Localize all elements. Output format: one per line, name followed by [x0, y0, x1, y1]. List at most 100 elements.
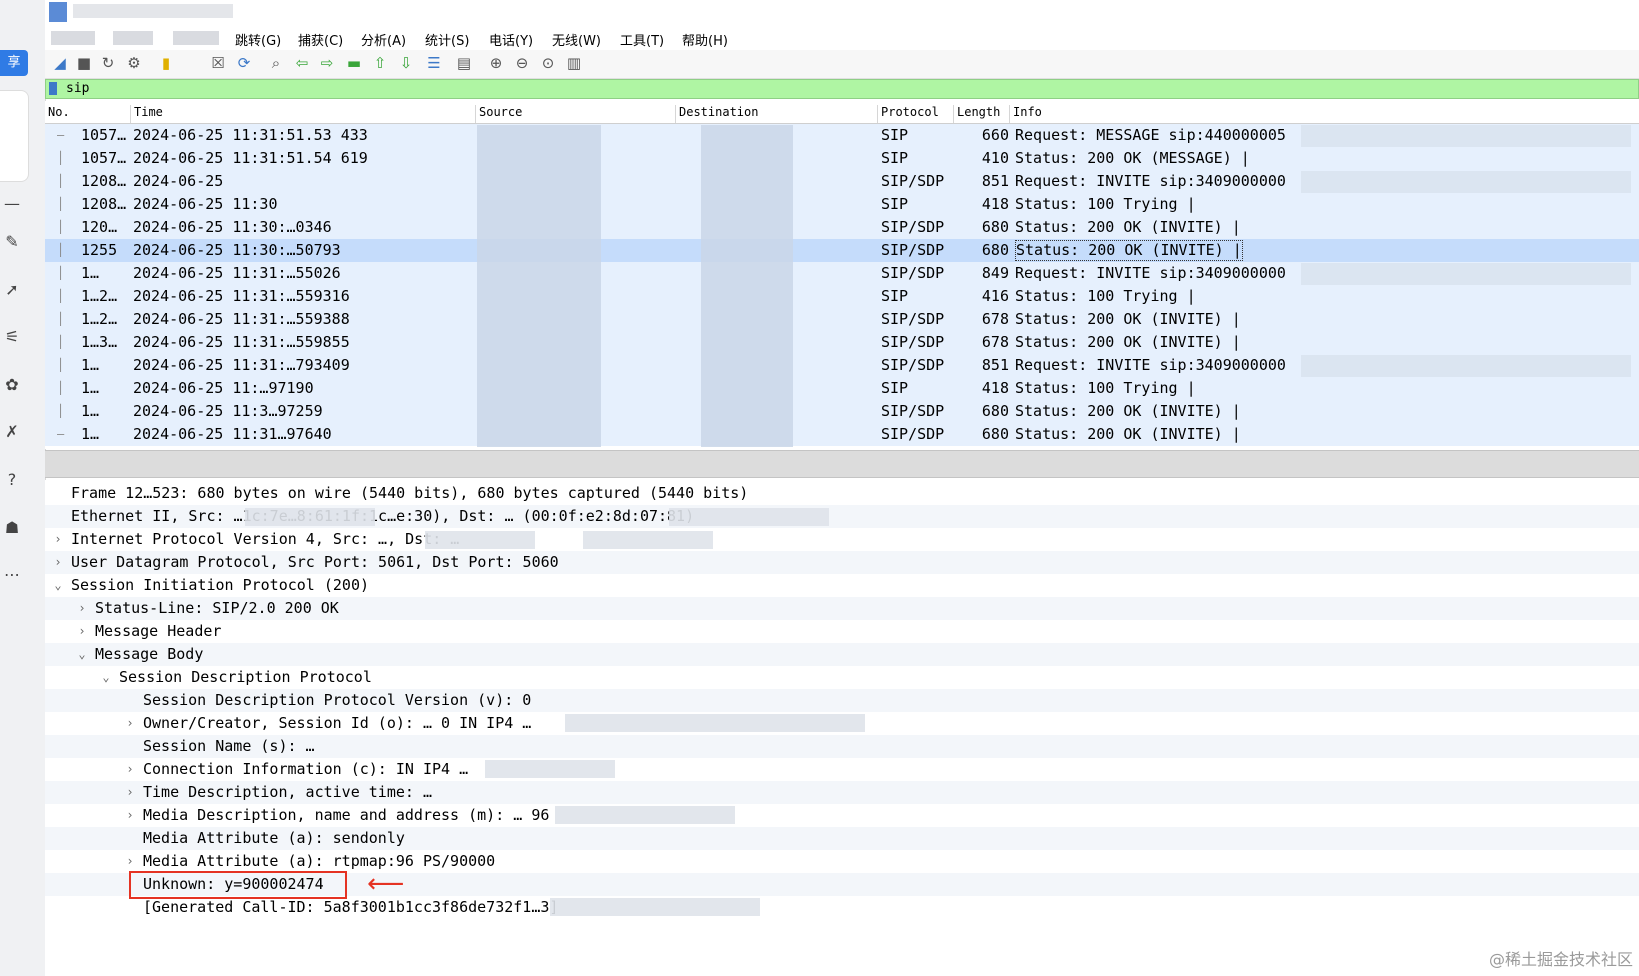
- detail-line[interactable]: Media Attribute (a): sendonly: [45, 827, 1639, 850]
- detail-line[interactable]: ⌄ Session Initiation Protocol (200): [45, 574, 1639, 597]
- autoscroll-icon[interactable]: ☰: [425, 54, 443, 72]
- stop-icon[interactable]: ■: [75, 54, 93, 72]
- detail-line[interactable]: › Media Attribute (a): rtpmap:96 PS/90000: [45, 850, 1639, 873]
- expand-arrow-icon[interactable]: ›: [123, 712, 137, 735]
- detail-line[interactable]: ⌄ Session Description Protocol: [45, 666, 1639, 689]
- table-row[interactable]: │ 1…2… 2024-06-25 11:31:…559316 SIP 416 Statu…: [45, 285, 1639, 308]
- expand-arrow-icon[interactable]: ›: [75, 597, 89, 620]
- zoom-out-icon[interactable]: ⊖: [513, 54, 531, 72]
- detail-text: Message Header: [95, 622, 222, 640]
- expand-arrow-icon[interactable]: ›: [123, 850, 137, 873]
- search-icon[interactable]: ⌕: [267, 54, 285, 72]
- detail-line[interactable]: ⌄ Message Body: [45, 643, 1639, 666]
- detail-line[interactable]: Session Description Protocol Version (v)…: [45, 689, 1639, 712]
- sliders-icon[interactable]: ⚟: [0, 325, 24, 349]
- cell-protocol: SIP/SDP: [881, 218, 945, 236]
- column-header-destination[interactable]: Destination: [676, 105, 878, 123]
- detail-text: Media Attribute (a): sendonly: [143, 829, 405, 847]
- zoom-in-icon[interactable]: ⊕: [487, 54, 505, 72]
- menu-item-go[interactable]: 跳转(G): [235, 30, 281, 49]
- table-row[interactable]: │ 120… 2024-06-25 11:30:…0346 SIP/SDP 680 Sta…: [45, 216, 1639, 239]
- menu-item-view-blurred[interactable]: [173, 31, 219, 45]
- shark-fin-start-icon[interactable]: ◢: [51, 54, 69, 72]
- reload-icon[interactable]: ⟳: [235, 54, 253, 72]
- restart-icon[interactable]: ↻: [99, 54, 117, 72]
- menu-item-statistics[interactable]: 统计(S): [425, 30, 469, 49]
- table-row[interactable]: │ 1… 2024-06-25 11:3…97259 SIP/SDP 680 Status…: [45, 400, 1639, 423]
- column-header-time[interactable]: Time: [131, 105, 476, 123]
- last-packet-icon[interactable]: ⇩: [397, 54, 415, 72]
- more-icon[interactable]: ⋯: [0, 563, 24, 587]
- detail-line[interactable]: › Status-Line: SIP/2.0 200 OK: [45, 597, 1639, 620]
- resize-columns-icon[interactable]: ▥: [565, 54, 583, 72]
- detail-line[interactable]: Session Name (s): …: [45, 735, 1639, 758]
- display-filter-bar[interactable]: sip: [45, 79, 1639, 99]
- collapse-arrow-icon[interactable]: ⌄: [51, 574, 65, 597]
- table-row[interactable]: │ 1208… 2024-06-25 11:30 SIP 418 Status: 100 …: [45, 193, 1639, 216]
- back-arrow-icon[interactable]: ⇦: [293, 54, 311, 72]
- table-row[interactable]: — 1… 2024-06-25 11:31…97640 SIP/SDP 680 Statu…: [45, 423, 1639, 446]
- collapse-arrow-icon[interactable]: ⌄: [75, 643, 89, 666]
- detail-line[interactable]: › Internet Protocol Version 4, Src: …, Ds…: [45, 528, 1639, 551]
- pane-splitter-scrollbar[interactable]: [45, 450, 1639, 478]
- detail-line[interactable]: Frame 12…523: 680 bytes on wire (5440 bi…: [45, 482, 1639, 505]
- minus-icon[interactable]: —: [0, 192, 24, 216]
- expand-arrow-icon[interactable]: ›: [123, 804, 137, 827]
- table-row[interactable]: │ 1255 2024-06-25 11:30:…50793 SIP/SDP 680 St…: [45, 239, 1639, 262]
- menu-item-analyze[interactable]: 分析(A): [361, 30, 406, 49]
- tools-icon[interactable]: ✗: [0, 420, 24, 444]
- expand-arrow-icon[interactable]: ›: [123, 781, 137, 804]
- pen-icon[interactable]: ✎: [0, 230, 24, 254]
- detail-line[interactable]: › User Datagram Protocol, Src Port: 5061,…: [45, 551, 1639, 574]
- menu-item-help[interactable]: 帮助(H): [682, 30, 728, 49]
- related-packet-marker: —: [57, 128, 65, 142]
- cursor-icon[interactable]: ➚: [0, 278, 24, 302]
- zoom-reset-icon[interactable]: ⊙: [539, 54, 557, 72]
- table-row[interactable]: │ 1…3… 2024-06-25 11:31:…559855 SIP/SDP 678 S…: [45, 331, 1639, 354]
- first-packet-icon[interactable]: ⇧: [371, 54, 389, 72]
- collapse-arrow-icon[interactable]: ⌄: [99, 666, 113, 689]
- expand-arrow-icon[interactable]: ›: [75, 620, 89, 643]
- column-header-length[interactable]: Length: [954, 105, 1010, 123]
- share-button[interactable]: 享: [0, 50, 28, 76]
- menu-item-capture[interactable]: 捕获(C): [298, 30, 343, 49]
- cell-length: 678: [981, 310, 1009, 328]
- table-row[interactable]: │ 1… 2024-06-25 11:…97190 SIP 418 Status: 100…: [45, 377, 1639, 400]
- forward-arrow-icon[interactable]: ⇨: [318, 54, 336, 72]
- menu-item-tools[interactable]: 工具(T): [620, 30, 664, 49]
- colorize-icon[interactable]: ▤: [455, 54, 473, 72]
- menu-item-telephony[interactable]: 电话(Y): [489, 30, 533, 49]
- display-filter-input[interactable]: sip: [66, 81, 89, 96]
- column-header-source[interactable]: Source: [476, 105, 676, 123]
- expand-arrow-icon[interactable]: ›: [123, 758, 137, 781]
- menu-item-file-blurred[interactable]: [51, 31, 95, 45]
- table-row[interactable]: │ 1…2… 2024-06-25 11:31:…559388 SIP/SDP 678 S…: [45, 308, 1639, 331]
- goto-packet-icon[interactable]: ▬: [345, 54, 363, 72]
- cell-time: 2024-06-25 11:30: [133, 195, 278, 213]
- options-gear-icon[interactable]: ⚙: [125, 54, 143, 72]
- detail-line[interactable]: › Media Description, name and address (m)…: [45, 804, 1639, 827]
- help-icon[interactable]: ?: [0, 468, 24, 492]
- cell-protocol: SIP: [881, 149, 909, 167]
- table-row[interactable]: │ 1057… 2024-06-25 11:31:51.54 619 SIP 410 St…: [45, 147, 1639, 170]
- cell-time: 2024-06-25 11:3…97259: [133, 402, 323, 420]
- related-packet-marker: │: [57, 312, 65, 326]
- open-file-icon[interactable]: ▮: [157, 54, 175, 72]
- filter-bookmark-icon[interactable]: [49, 82, 57, 95]
- shirt-icon[interactable]: ☗: [0, 516, 24, 540]
- close-file-icon[interactable]: ☒: [209, 54, 227, 72]
- column-header-protocol[interactable]: Protocol: [878, 105, 954, 123]
- column-header-info[interactable]: Info: [1010, 105, 1630, 123]
- menu-item-edit-blurred[interactable]: [113, 31, 153, 45]
- expand-arrow-icon[interactable]: ›: [51, 528, 65, 551]
- detail-line[interactable]: › Message Header: [45, 620, 1639, 643]
- cell-protocol: SIP: [881, 195, 909, 213]
- detail-line[interactable]: › Connection Information (c): IN IP4 …: [45, 758, 1639, 781]
- column-header-no[interactable]: No.: [45, 105, 131, 123]
- detail-line[interactable]: [Generated Call-ID: 5a8f3001b1cc3f86de73…: [45, 896, 1639, 919]
- expand-arrow-icon[interactable]: ›: [51, 551, 65, 574]
- shape-icon[interactable]: ✿: [0, 373, 24, 397]
- menu-item-wireless[interactable]: 无线(W): [552, 30, 601, 49]
- cell-protocol: SIP/SDP: [881, 264, 945, 282]
- detail-line[interactable]: › Time Description, active time: …: [45, 781, 1639, 804]
